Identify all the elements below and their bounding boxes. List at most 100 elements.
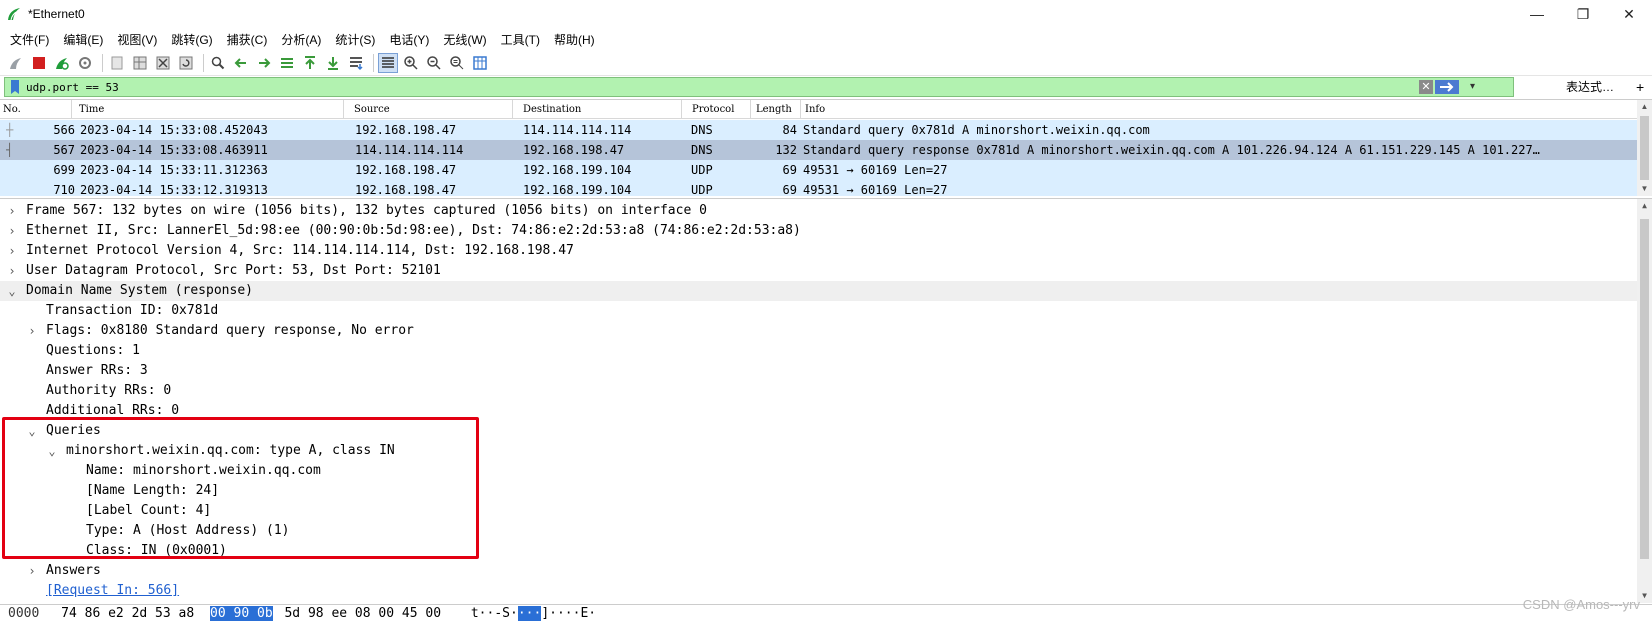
tree-item-label: Authority RRs: 0 xyxy=(46,383,172,398)
save-file-button[interactable] xyxy=(130,53,150,73)
bookmark-icon[interactable] xyxy=(8,79,22,95)
tree-item-label: User Datagram Protocol, Src Port: 53, Ds… xyxy=(26,263,441,278)
maximize-button[interactable]: ❐ xyxy=(1560,0,1606,28)
tree-item-label: minorshort.weixin.qq.com: type A, class … xyxy=(66,443,395,458)
packet-details-scrollbar[interactable]: ▲ ▼ xyxy=(1637,199,1652,603)
column-header-protocol[interactable]: Protocol xyxy=(689,100,751,119)
bytes-hex[interactable]: 5d 98 ee 08 00 45 00 xyxy=(284,606,441,621)
chevron-down-icon[interactable]: ⌄ xyxy=(46,441,58,461)
go-back-button[interactable] xyxy=(231,53,251,73)
menu-analyze[interactable]: 分析(A) xyxy=(275,31,327,48)
chevron-right-icon[interactable]: › xyxy=(26,561,38,581)
tree-item-dns[interactable]: ⌄ Domain Name System (response) xyxy=(0,281,1637,301)
filter-history-dropdown-icon[interactable]: ▾ xyxy=(1470,78,1475,96)
chevron-right-icon[interactable]: › xyxy=(6,221,18,241)
clear-filter-icon[interactable]: ✕ xyxy=(1419,80,1433,94)
column-header-destination[interactable]: Destination xyxy=(520,100,682,119)
tree-item-label: Transaction ID: 0x781d xyxy=(46,303,219,318)
gear-icon xyxy=(79,56,91,69)
menu-capture[interactable]: 捕获(C) xyxy=(221,31,274,48)
add-filter-button[interactable]: + xyxy=(1636,77,1644,97)
zoom-reset-button[interactable] xyxy=(447,53,467,73)
packet-protocol: DNS xyxy=(691,143,713,157)
request-in-link[interactable]: [Request In: 566] xyxy=(46,581,179,601)
menu-view[interactable]: 视图(V) xyxy=(111,31,163,48)
packet-length: 69 xyxy=(782,183,797,196)
packet-length: 69 xyxy=(782,163,797,177)
bytes-hex[interactable]: 74 86 e2 2d 53 a8 xyxy=(61,606,194,621)
packet-info: Standard query 0x781d A minorshort.weixi… xyxy=(803,123,1150,137)
packet-row[interactable]: ┼ 566 2023-04-14 15:33:08.452043 192.168… xyxy=(0,120,1637,140)
close-file-button[interactable] xyxy=(153,53,173,73)
chevron-down-icon[interactable]: ⌄ xyxy=(6,281,18,301)
resize-columns-button[interactable] xyxy=(470,53,490,73)
wireshark-logo-icon xyxy=(8,8,20,21)
stop-icon xyxy=(33,56,45,69)
start-capture-button[interactable] xyxy=(6,53,26,73)
menu-statistics[interactable]: 统计(S) xyxy=(329,31,381,48)
go-last-button[interactable] xyxy=(323,53,343,73)
packet-row-selected[interactable]: ┤ 567 2023-04-14 15:33:08.463911 114.114… xyxy=(0,140,1637,160)
menu-file[interactable]: 文件(F) xyxy=(4,31,55,48)
column-header-source[interactable]: Source xyxy=(351,100,513,119)
menu-telephony[interactable]: 电话(Y) xyxy=(383,31,435,48)
bytes-hex-selected[interactable]: 00 90 0b xyxy=(210,606,273,621)
display-filter-field[interactable]: ✕ ▾ xyxy=(4,77,1514,97)
menu-wireless[interactable]: 无线(W) xyxy=(437,31,492,48)
stop-capture-button[interactable] xyxy=(29,53,49,73)
tree-item-label: [Name Length: 24] xyxy=(86,483,220,498)
packet-time: 2023-04-14 15:33:11.312363 xyxy=(80,163,268,177)
scroll-up-icon[interactable]: ▲ xyxy=(1637,100,1652,114)
arrow-up-icon xyxy=(305,55,315,69)
menu-help[interactable]: 帮助(H) xyxy=(548,31,601,48)
menu-edit[interactable]: 编辑(E) xyxy=(57,31,109,48)
bytes-ascii-selected[interactable]: ··· xyxy=(517,606,542,621)
file-icon xyxy=(111,56,123,69)
chevron-right-icon[interactable]: › xyxy=(6,201,18,221)
column-header-length[interactable]: Length xyxy=(753,100,801,119)
menu-go[interactable]: 跳转(G) xyxy=(165,31,218,48)
go-forward-button[interactable] xyxy=(254,53,274,73)
close-button[interactable]: ✕ xyxy=(1606,0,1652,28)
expression-button[interactable]: 表达式… xyxy=(1566,77,1614,97)
scrollbar-thumb[interactable] xyxy=(1640,219,1649,559)
packet-row[interactable]: 710 2023-04-14 15:33:12.319313 192.168.1… xyxy=(0,180,1637,196)
autoscroll-button[interactable] xyxy=(346,53,366,73)
scroll-down-icon[interactable]: ▼ xyxy=(1637,182,1652,196)
column-header-no[interactable]: No. xyxy=(0,100,72,119)
scrollbar-thumb[interactable] xyxy=(1640,116,1649,180)
bytes-ascii[interactable]: t··-S· xyxy=(471,606,518,621)
reload-file-button[interactable] xyxy=(176,53,196,73)
go-first-button[interactable] xyxy=(300,53,320,73)
scroll-up-icon[interactable]: ▲ xyxy=(1637,199,1652,213)
go-to-packet-button[interactable] xyxy=(277,53,297,73)
packet-list-scrollbar[interactable]: ▲ ▼ xyxy=(1637,100,1652,196)
chevron-right-icon[interactable]: › xyxy=(26,321,38,341)
restart-capture-button[interactable] xyxy=(52,53,72,73)
display-filter-input[interactable] xyxy=(26,80,1426,94)
menu-tools[interactable]: 工具(T) xyxy=(495,31,546,48)
packet-source: 114.114.114.114 xyxy=(355,143,464,157)
capture-options-button[interactable] xyxy=(75,53,95,73)
open-file-button[interactable] xyxy=(107,53,127,73)
apply-filter-button[interactable] xyxy=(1435,80,1459,94)
main-toolbar xyxy=(0,50,1652,76)
packet-destination: 192.168.199.104 xyxy=(523,163,632,177)
colorize-lines-icon xyxy=(382,56,394,68)
chevron-down-icon[interactable]: ⌄ xyxy=(26,421,38,441)
zoom-out-button[interactable] xyxy=(424,53,444,73)
column-header-time[interactable]: Time xyxy=(76,100,344,119)
zoom-in-button[interactable] xyxy=(401,53,421,73)
column-header-info[interactable]: Info xyxy=(802,100,1637,119)
minimize-button[interactable]: — xyxy=(1514,0,1560,28)
colorize-button[interactable] xyxy=(378,52,398,73)
bytes-ascii[interactable]: ]····E· xyxy=(541,606,596,621)
packet-bytes-pane: 0000 74 86 e2 2d 53 a8 00 90 0b 5d 98 ee… xyxy=(0,604,1652,621)
packet-time: 2023-04-14 15:33:08.463911 xyxy=(80,143,268,157)
find-packet-button[interactable] xyxy=(208,53,228,73)
window-title: *Ethernet0 xyxy=(28,7,85,21)
chevron-right-icon[interactable]: › xyxy=(6,261,18,281)
packet-row[interactable]: 699 2023-04-14 15:33:11.312363 192.168.1… xyxy=(0,160,1637,180)
chevron-right-icon[interactable]: › xyxy=(6,241,18,261)
shark-fin-icon xyxy=(10,57,21,69)
